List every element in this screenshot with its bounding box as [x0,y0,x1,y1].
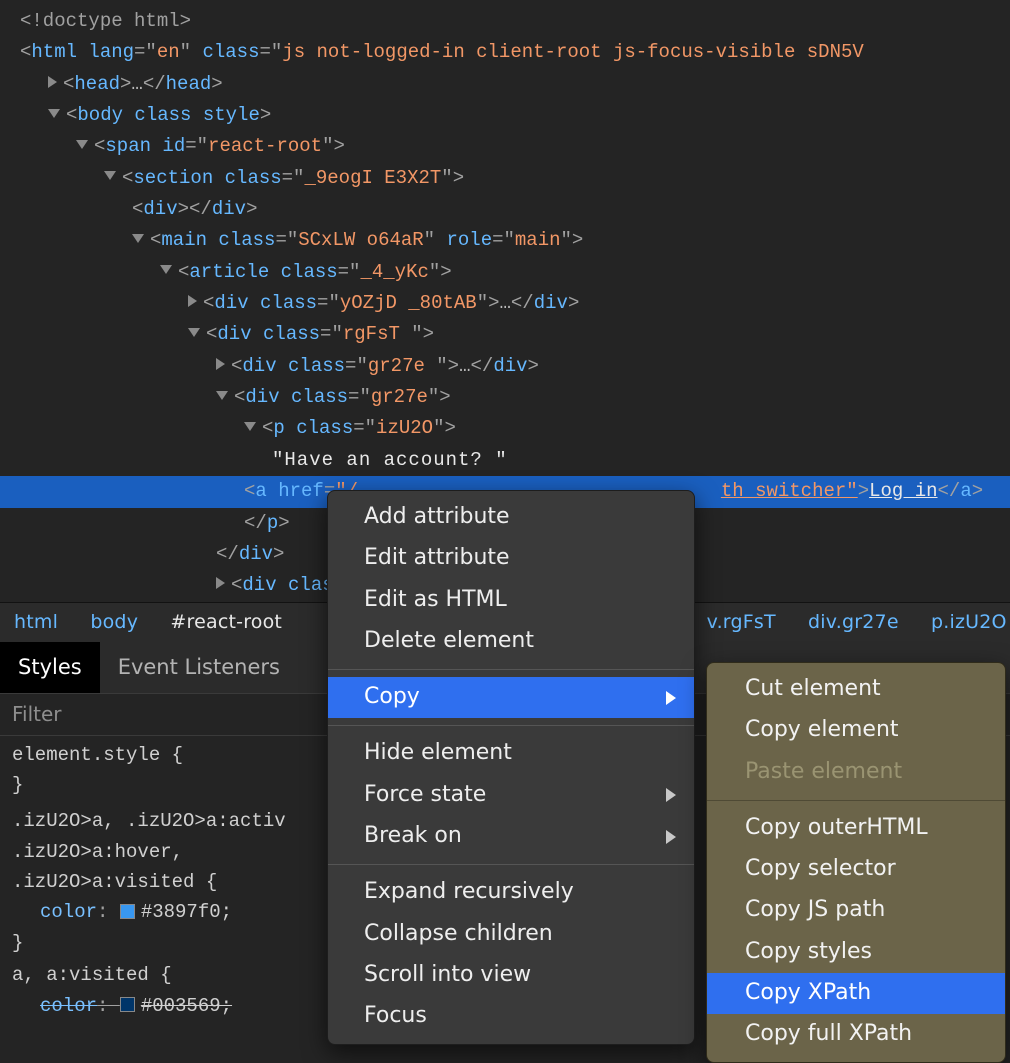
submenu-copy-styles[interactable]: Copy styles [707,932,1005,973]
copy-submenu[interactable]: Cut element Copy element Paste element C… [706,662,1006,1063]
dom-body-open[interactable]: <body class style> [20,100,1010,131]
dom-text-node[interactable]: "Have an account? " [20,445,1010,476]
menu-add-attribute[interactable]: Add attribute [328,497,694,538]
collapse-icon[interactable] [76,140,88,149]
dom-html-open[interactable]: <html lang="en" class="js not-logged-in … [20,37,1010,68]
dom-p[interactable]: <p class="izU2O"> [20,413,1010,444]
menu-copy[interactable]: Copy [328,677,694,718]
submenu-caret-icon [666,830,676,844]
menu-separator [328,864,694,865]
submenu-copy-js-path[interactable]: Copy JS path [707,890,1005,931]
submenu-copy-outerhtml[interactable]: Copy outerHTML [707,808,1005,849]
dom-span-react-root[interactable]: <span id="react-root"> [20,131,1010,162]
color-swatch-icon[interactable] [120,904,135,919]
submenu-copy-selector[interactable]: Copy selector [707,849,1005,890]
dom-main[interactable]: <main class="SCxLW o64aR" role="main"> [20,225,1010,256]
menu-separator [707,800,1005,801]
collapse-icon[interactable] [188,328,200,337]
color-swatch-icon[interactable] [120,997,135,1012]
expand-icon[interactable] [188,295,197,307]
menu-edit-attribute[interactable]: Edit attribute [328,538,694,579]
expand-icon[interactable] [216,577,225,589]
dom-div-gr27e-2[interactable]: <div class="gr27e"> [20,382,1010,413]
submenu-caret-icon [666,788,676,802]
crumb-html[interactable]: html [14,611,58,633]
menu-hide-element[interactable]: Hide element [328,733,694,774]
crumb-rgfst[interactable]: v.rgFsT [707,611,776,633]
menu-break-on[interactable]: Break on [328,816,694,857]
menu-collapse-children[interactable]: Collapse children [328,914,694,955]
crumb-react-root[interactable]: #react-root [170,611,282,633]
context-menu[interactable]: Add attribute Edit attribute Edit as HTM… [327,490,695,1045]
crumb-body[interactable]: body [90,611,138,633]
menu-edit-as-html[interactable]: Edit as HTML [328,580,694,621]
submenu-copy-xpath[interactable]: Copy XPath [707,973,1005,1014]
dom-doctype[interactable]: <!doctype html> [20,6,1010,37]
submenu-copy-element[interactable]: Copy element [707,710,1005,751]
dom-head[interactable]: <head>…</head> [20,69,1010,100]
dom-section[interactable]: <section class="_9eogI E3X2T"> [20,163,1010,194]
expand-icon[interactable] [48,76,57,88]
collapse-icon[interactable] [104,171,116,180]
collapse-icon[interactable] [216,391,228,400]
menu-focus[interactable]: Focus [328,996,694,1037]
collapse-icon[interactable] [48,109,60,118]
dom-empty-div[interactable]: <div></div> [20,194,1010,225]
expand-icon[interactable] [216,358,225,370]
collapse-icon[interactable] [160,265,172,274]
dom-div-yozjd[interactable]: <div class="yOZjD _80tAB">…</div> [20,288,1010,319]
collapse-icon[interactable] [132,234,144,243]
submenu-paste-element: Paste element [707,752,1005,793]
submenu-copy-full-xpath[interactable]: Copy full XPath [707,1014,1005,1055]
dom-div-gr27e-1[interactable]: <div class="gr27e ">…</div> [20,351,1010,382]
menu-force-state[interactable]: Force state [328,775,694,816]
menu-separator [328,669,694,670]
tab-styles[interactable]: Styles [0,642,100,693]
menu-separator [328,725,694,726]
crumb-pizu2o[interactable]: p.izU2O [931,611,1007,633]
menu-delete-element[interactable]: Delete element [328,621,694,662]
dom-div-rgfst[interactable]: <div class="rgFsT "> [20,319,1010,350]
menu-scroll-into-view[interactable]: Scroll into view [328,955,694,996]
submenu-cut-element[interactable]: Cut element [707,669,1005,710]
tab-event-listeners[interactable]: Event Listeners [100,642,298,693]
crumb-gr27e[interactable]: div.gr27e [808,611,899,633]
collapse-icon[interactable] [244,422,256,431]
dom-article[interactable]: <article class="_4_yKc"> [20,257,1010,288]
submenu-caret-icon [666,691,676,705]
menu-expand-recursively[interactable]: Expand recursively [328,872,694,913]
